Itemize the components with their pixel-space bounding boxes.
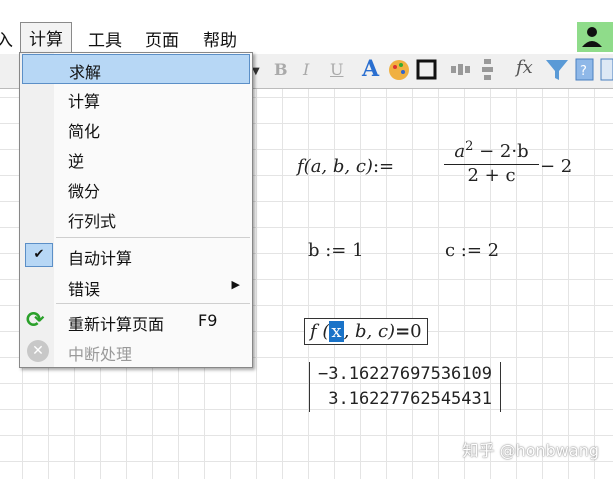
menu-label: 中断处理 [68,345,133,364]
underline-button[interactable]: U [330,60,343,79]
menu-item-recalculate-page[interactable]: ⟳ 重新计算页面 F9 [22,307,248,335]
menu-label: 简化 [68,122,101,141]
menu-partial[interactable]: 入 [0,26,13,51]
italic-button[interactable]: I [303,60,309,79]
help-icon[interactable]: ? [575,58,595,86]
menu-item-errors[interactable]: 错误 ▶ [22,272,248,300]
filter-icon[interactable] [545,58,569,86]
menu-calculate[interactable]: 计算 [20,22,72,54]
c-definition[interactable]: c := 2 [445,240,499,261]
solve-rhs: 0 [410,321,422,342]
denominator: 2 + c [467,165,516,186]
menu-tools[interactable]: 工具 [88,26,122,51]
result-value: −3.16227697536109 [318,364,492,384]
assign-op: := [372,156,395,177]
def-tail: − 2 [540,156,573,177]
menu-separator [56,237,250,238]
menu-separator [56,303,250,304]
def-args: (a, b, c) [303,156,373,177]
align-vertical-icon[interactable] [480,58,496,86]
check-icon: ✔ [25,243,53,267]
fraction: a2 − 2·b 2 + c [444,139,539,186]
bold-button[interactable]: B [274,60,288,79]
font-color-button[interactable]: A [362,56,379,82]
menu-label: 行列式 [68,212,117,231]
dropdown-arrow-icon[interactable]: ▼ [252,66,260,77]
svg-text:?: ? [580,64,587,79]
menu-item-interrupt: ✕ 中断处理 [22,337,248,365]
function-button[interactable]: fx [516,57,533,78]
menu-item-solve[interactable]: 求解 [22,54,250,84]
menu-label: 逆 [68,152,85,171]
def-name: f [297,156,304,177]
menu-help[interactable]: 帮助 [203,26,237,51]
refresh-icon: ⟳ [26,308,45,333]
num-base: a [454,141,466,162]
menu-item-auto-calculate[interactable]: ✔ 自动计算 [22,241,248,269]
menu-label: 重新计算页面 [68,315,165,334]
menu-label: 计算 [68,92,101,111]
solve-func: f ( [310,321,330,342]
result-matrix: −3.16227697536109 3.16227762545431 [309,362,501,412]
menu-bar: 入 计算 工具 页面 帮助 [0,22,613,54]
menu-label: 错误 [68,280,101,299]
toolbar-overflow-icon[interactable] [600,58,613,86]
menu-item-inverse[interactable]: 逆 [22,144,248,172]
menu-page[interactable]: 页面 [145,26,179,51]
palette-icon[interactable] [387,58,411,86]
num-rest: − 2·b [473,141,529,162]
solve-args: , b, c) [343,321,396,342]
b-definition[interactable]: b := 1 [308,240,364,261]
stop-icon: ✕ [27,340,49,362]
border-icon[interactable] [416,59,438,85]
calculate-dropdown-menu: 求解 计算 简化 逆 微分 行列式 ✔ 自动计算 错误 ▶ ⟳ 重新计算页面 F9 … [19,52,253,368]
menu-item-determinant[interactable]: 行列式 [22,204,248,232]
menu-label: 自动计算 [68,249,133,268]
align-horizontal-icon[interactable] [450,62,472,82]
function-definition[interactable]: f(a, b, c):= [297,156,394,177]
menu-item-evaluate[interactable]: 计算 [22,84,248,112]
eq-op: = [395,321,411,342]
result-value: 3.16227762545431 [328,389,492,409]
menu-label: 微分 [68,182,101,201]
menu-item-simplify[interactable]: 简化 [22,114,248,142]
menu-label: 求解 [69,63,102,82]
user-icon[interactable] [577,22,613,52]
selected-variable[interactable]: x [329,321,344,342]
submenu-arrow-icon: ▶ [231,278,240,291]
menu-shortcut: F9 [198,311,218,330]
menu-item-differentiate[interactable]: 微分 [22,174,248,202]
solve-expression[interactable]: f (x, b, c)=0 [304,318,428,345]
watermark: 知乎 @honbwang [462,441,599,460]
